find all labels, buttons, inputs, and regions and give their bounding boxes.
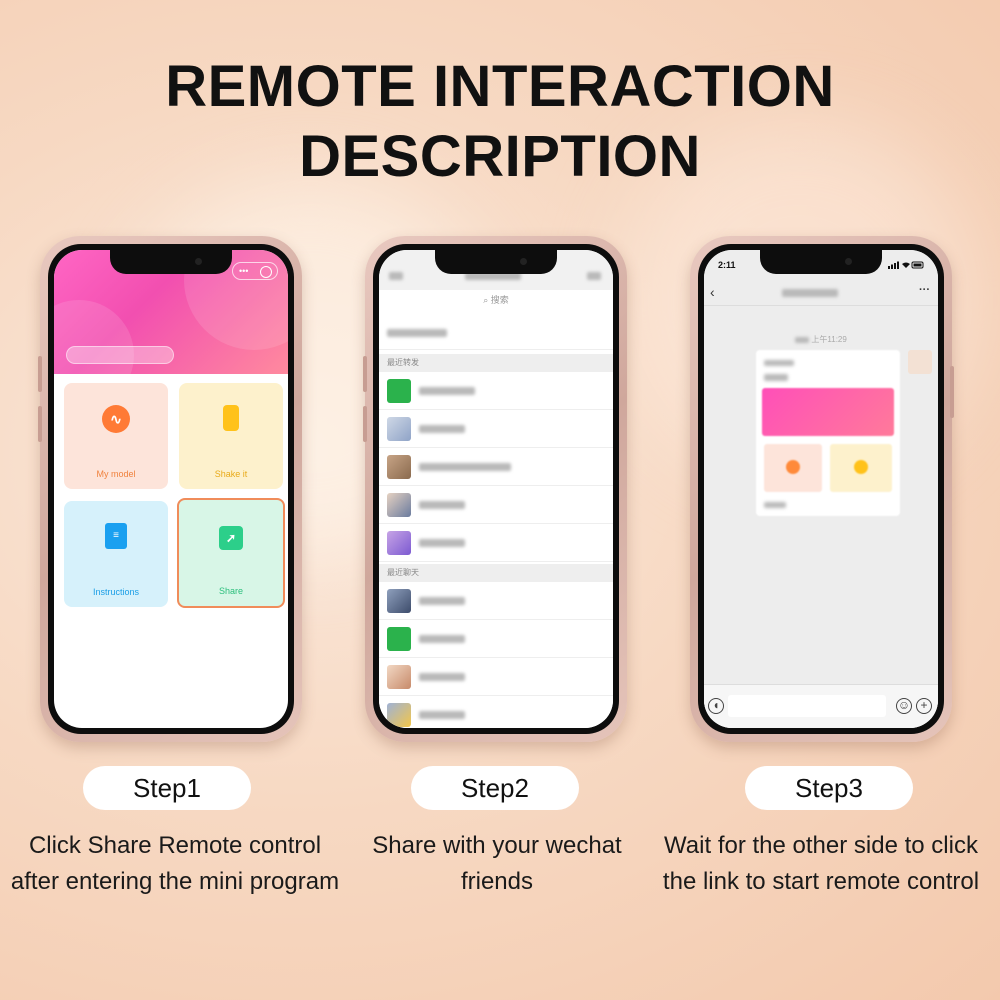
step1-description: Click Share Remote control after enterin… [10, 832, 340, 895]
message-input[interactable] [728, 695, 886, 717]
section-header: 最近转发 [379, 354, 613, 372]
section-header: 最近聊天 [379, 564, 613, 582]
phone-mockup-step2: ⌕ 搜索 最近转发 最近聊天 [363, 236, 627, 742]
voice-icon[interactable]: ◖ [708, 698, 724, 714]
phone-side-button [363, 406, 367, 442]
contact-row[interactable] [379, 582, 613, 620]
blurred-text [764, 374, 788, 381]
phone-screen: 2:11 ‹ ··· 上午11:29 ◖ ☺ + [704, 250, 938, 728]
blurred-text [419, 711, 465, 719]
card-tile [764, 444, 822, 492]
step3-label: Step3 [745, 766, 913, 810]
tile-label: Share [218, 586, 244, 596]
blurred-text [387, 329, 447, 337]
blurred-text [795, 336, 810, 343]
heartbeat-icon [786, 460, 800, 474]
contact-row[interactable] [379, 448, 613, 486]
more-options-icon[interactable]: ··· [919, 284, 930, 296]
search-bar[interactable] [66, 346, 174, 364]
shake-it-tile[interactable]: Shake it [179, 383, 283, 489]
contact-row[interactable] [379, 658, 613, 696]
emoji-icon[interactable]: ☺ [896, 698, 912, 714]
folder-icon [387, 379, 411, 403]
step2-description: Share with your wechat friends [372, 832, 622, 895]
chat-time-label: 上午11:29 [811, 335, 847, 344]
phone-mockup-step1: ∿ My model Shake it ≡ Instructions ➚ Sha… [38, 236, 302, 742]
page-title: REMOTE INTERACTION DESCRIPTION [0, 52, 1000, 192]
shared-mini-program-card[interactable] [756, 350, 900, 516]
blurred-text [782, 289, 838, 297]
phone-side-button [38, 406, 42, 442]
status-icons [888, 261, 924, 269]
avatar [908, 350, 932, 374]
add-icon[interactable]: + [916, 698, 932, 714]
share-icon: ➚ [219, 526, 243, 550]
heartbeat-icon: ∿ [102, 405, 130, 433]
phone-side-button [363, 356, 367, 392]
tile-label: Shake it [214, 469, 248, 479]
status-time: 2:11 [718, 260, 736, 270]
blurred-text [419, 387, 475, 395]
chat-timestamp: 上午11:29 [704, 334, 938, 345]
blurred-text [419, 673, 465, 681]
my-model-tile[interactable]: ∿ My model [64, 383, 168, 489]
share-tile[interactable]: ➚ Share [177, 498, 285, 608]
avatar [387, 589, 411, 613]
avatar [387, 455, 411, 479]
search-placeholder: 搜索 [490, 295, 509, 305]
phone-notch [110, 250, 232, 274]
blurred-text [764, 360, 794, 366]
step2-label: Step2 [411, 766, 579, 810]
card-tile [830, 444, 892, 492]
tile-label: Instructions [92, 587, 140, 597]
blurred-text [764, 502, 786, 508]
create-new-chat-row[interactable] [379, 316, 613, 350]
contact-row[interactable] [379, 620, 613, 658]
contact-row[interactable] [379, 410, 613, 448]
blurred-text [389, 272, 403, 280]
menu-capsule-button[interactable] [232, 262, 278, 280]
blurred-text [419, 597, 465, 605]
chat-input-bar: ◖ ☺ + [704, 684, 938, 728]
phone-screen: ∿ My model Shake it ≡ Instructions ➚ Sha… [54, 250, 288, 728]
step1-label: Step1 [83, 766, 251, 810]
avatar [387, 531, 411, 555]
phone-side-button [950, 366, 954, 418]
vibrate-icon [854, 460, 868, 474]
blurred-text [419, 539, 465, 547]
blurred-text [419, 501, 465, 509]
book-icon: ≡ [105, 523, 127, 549]
blurred-text [419, 425, 465, 433]
contact-row[interactable] [379, 372, 613, 410]
blurred-text [587, 272, 601, 280]
blurred-text [419, 635, 465, 643]
search-input[interactable]: ⌕ 搜索 [379, 290, 613, 310]
phone-mockup-step3: 2:11 ‹ ··· 上午11:29 ◖ ☺ + [690, 236, 954, 742]
instructions-tile[interactable]: ≡ Instructions [64, 501, 168, 607]
folder-icon [387, 627, 411, 651]
contact-row[interactable] [379, 486, 613, 524]
phone-side-button [38, 356, 42, 392]
tile-label: My model [96, 469, 136, 479]
phone-notch [435, 250, 557, 274]
title-line-1: REMOTE INTERACTION [165, 54, 835, 119]
avatar [387, 493, 411, 517]
avatar [387, 703, 411, 727]
step3-description: Wait for the other side to click the lin… [662, 832, 980, 895]
vibrate-icon [223, 405, 239, 431]
back-arrow-icon[interactable]: ‹ [710, 284, 715, 300]
avatar [387, 665, 411, 689]
card-banner [762, 388, 894, 436]
phone-notch [760, 250, 882, 274]
chat-nav-bar: ‹ ··· [704, 280, 938, 306]
contact-row[interactable] [379, 524, 613, 562]
phone-screen: ⌕ 搜索 最近转发 最近聊天 [379, 250, 613, 728]
blurred-text [419, 463, 511, 471]
title-line-2: DESCRIPTION [299, 124, 701, 189]
avatar [387, 417, 411, 441]
contact-row[interactable] [379, 696, 613, 728]
